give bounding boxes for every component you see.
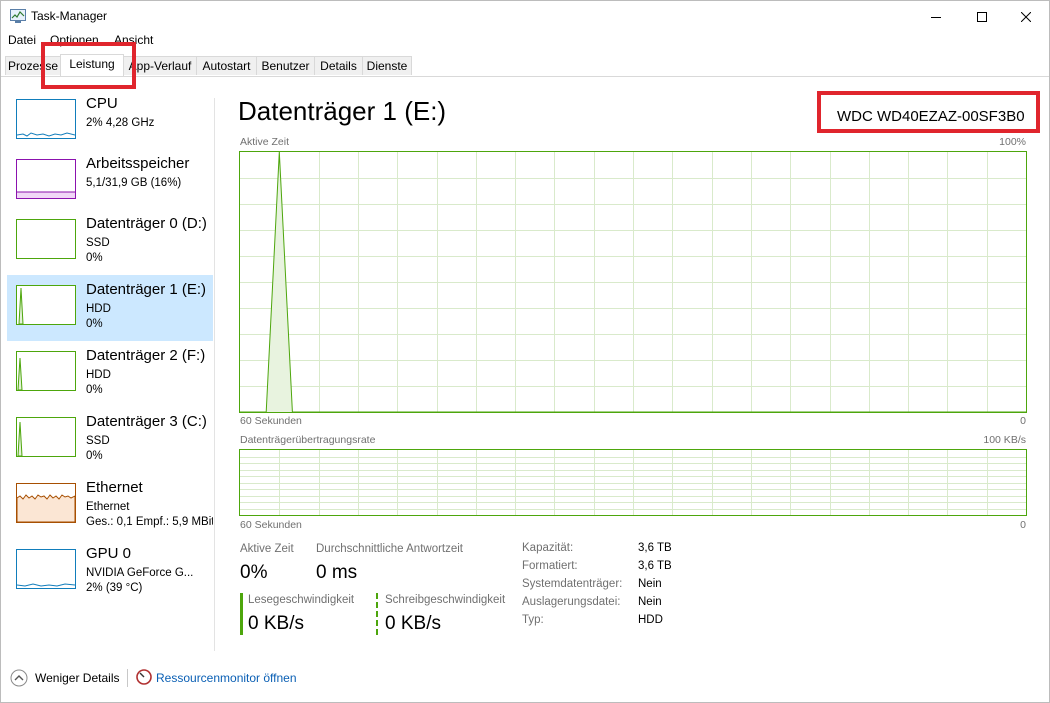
- chart1-max: 100%: [999, 136, 1026, 148]
- minimize-icon: [931, 16, 941, 18]
- transfer-rate-chart-svg: [240, 450, 1026, 515]
- sidebar-item-datentraeger-1[interactable]: Datenträger 1 (E:) HDD 0%: [7, 275, 213, 341]
- sidebar-item-title: GPU 0: [86, 545, 132, 562]
- disk0-thumbnail: [16, 219, 76, 259]
- property-value: HDD: [638, 614, 663, 626]
- transfer-rate-chart: [239, 449, 1027, 516]
- sidebar-item-gpu-0[interactable]: GPU 0 NVIDIA GeForce G... 2% (39 °C): [7, 539, 213, 605]
- sidebar-item-title: Datenträger 0 (D:): [86, 215, 207, 232]
- sidebar-item-datentraeger-3[interactable]: Datenträger 3 (C:) SSD 0%: [7, 407, 213, 473]
- sidebar-item-title: Datenträger 2 (F:): [86, 347, 206, 364]
- memory-thumbnail: [16, 159, 76, 199]
- response-time-value: 0 ms: [316, 562, 358, 583]
- read-speed-label: Lesegeschwindigkeit: [248, 594, 355, 606]
- close-icon: [1021, 11, 1031, 22]
- resource-monitor-icon: [136, 669, 152, 685]
- sidebar-item-datentraeger-2[interactable]: Datenträger 2 (F:) HDD 0%: [7, 341, 213, 407]
- sidebar-item-title: Datenträger 1 (E:): [86, 281, 207, 298]
- sidebar-item-cpu[interactable]: CPU 2% 4,28 GHz: [7, 89, 213, 155]
- write-speed-value: 0 KB/s: [385, 613, 441, 634]
- sidebar-item-usage: 0%: [86, 318, 103, 330]
- close-button[interactable]: [1003, 1, 1049, 32]
- chart1-time-label: 60 Sekunden: [240, 415, 302, 427]
- highlight-leistung-tab: [41, 42, 136, 89]
- tab-autostart[interactable]: Autostart: [196, 56, 257, 75]
- active-time-value: 0%: [240, 562, 268, 583]
- footer: Weniger Details Ressourcenmonitor öffnen: [1, 665, 1049, 695]
- property-key: Formatiert:: [522, 560, 578, 572]
- tab-divider: [1, 76, 1049, 77]
- property-key: Systemdatenträger:: [522, 578, 623, 590]
- page-title: Datenträger 1 (E:): [238, 96, 447, 126]
- property-value: Nein: [638, 578, 662, 590]
- response-time-label: Durchschnittliche Antwortzeit: [316, 543, 464, 555]
- disk-model-name: WDC WD40EZAZ-00SF3B0: [837, 108, 1025, 125]
- chart2-time-label: 60 Sekunden: [240, 519, 302, 531]
- sidebar-item-title: Arbeitsspeicher: [86, 155, 190, 172]
- sidebar-item-usage: 2% (39 °C): [86, 582, 143, 594]
- disk1-thumbnail: [16, 285, 76, 325]
- sidebar-divider: [214, 98, 215, 651]
- fewer-details-link[interactable]: Weniger Details: [35, 671, 119, 685]
- sidebar-item-sub: SSD: [86, 435, 110, 447]
- property-key: Kapazität:: [522, 542, 574, 554]
- sidebar-item-usage: 0%: [86, 384, 103, 396]
- tab-details[interactable]: Details: [314, 56, 363, 75]
- cpu-thumbnail: [16, 99, 76, 139]
- tab-benutzer[interactable]: Benutzer: [256, 56, 315, 75]
- chart2-zero-label: 0: [1020, 519, 1026, 531]
- property-value: Nein: [638, 596, 662, 608]
- minimize-button[interactable]: [913, 1, 959, 32]
- chevron-up-icon[interactable]: [10, 669, 28, 687]
- chart1-zero-label: 0: [1020, 415, 1026, 427]
- sidebar-item-usage: 0%: [86, 252, 103, 264]
- sidebar-item-sub: Ethernet: [86, 501, 130, 513]
- title-bar: Task-Manager: [1, 1, 1049, 32]
- sidebar-item-usage: 0%: [86, 450, 103, 462]
- gpu-thumbnail: [16, 549, 76, 589]
- sidebar-item-title: CPU: [86, 95, 118, 112]
- active-time-chart: [239, 151, 1027, 413]
- window-title: Task-Manager: [31, 9, 108, 23]
- footer-divider: [127, 669, 128, 687]
- maximize-button[interactable]: [959, 1, 1005, 32]
- property-value: 3,6 TB: [638, 542, 672, 554]
- property-key: Typ:: [522, 614, 544, 626]
- sidebar-item-ethernet[interactable]: Ethernet Ethernet Ges.: 0,1 Empf.: 5,9 M…: [7, 473, 213, 539]
- sidebar-item-sub: 2% 4,28 GHz: [86, 117, 155, 129]
- property-value: 3,6 TB: [638, 560, 672, 572]
- chart2-label: Datenträgerübertragungsrate: [240, 434, 376, 446]
- write-speed-marker: [376, 593, 378, 635]
- tab-dienste[interactable]: Dienste: [362, 56, 412, 75]
- sidebar-item-sub: 5,1/31,9 GB (16%): [86, 177, 182, 189]
- sidebar-item-title: Datenträger 3 (C:): [86, 413, 207, 430]
- disk3-thumbnail: [16, 417, 76, 457]
- property-key: Auslagerungsdatei:: [522, 596, 621, 608]
- read-speed-marker: [240, 593, 243, 635]
- sidebar-item-sub: HDD: [86, 369, 111, 381]
- chart2-max: 100 KB/s: [983, 434, 1026, 446]
- chart1-label: Aktive Zeit: [240, 136, 290, 148]
- maximize-icon: [977, 11, 987, 22]
- menu-datei[interactable]: Datei: [8, 33, 36, 47]
- sidebar-item-title: Ethernet: [86, 479, 143, 496]
- sidebar-item-arbeitsspeicher[interactable]: Arbeitsspeicher 5,1/31,9 GB (16%): [7, 149, 213, 215]
- disk2-thumbnail: [16, 351, 76, 391]
- resource-monitor-link[interactable]: Ressourcenmonitor öffnen: [156, 671, 297, 685]
- task-manager-icon: [10, 9, 26, 23]
- sidebar-item-datentraeger-0[interactable]: Datenträger 0 (D:) SSD 0%: [7, 209, 213, 275]
- ethernet-thumbnail: [16, 483, 76, 523]
- sidebar-item-sub: SSD: [86, 237, 110, 249]
- write-speed-label: Schreibgeschwindigkeit: [385, 594, 506, 606]
- performance-sidebar: CPU 2% 4,28 GHz Arbeitsspeicher 5,1/31,9…: [1, 89, 213, 649]
- sidebar-item-throughput: Ges.: 0,1 Empf.: 5,9 MBit: [86, 516, 213, 528]
- active-time-label: Aktive Zeit: [240, 543, 294, 555]
- sidebar-item-sub: HDD: [86, 303, 111, 315]
- task-manager-window: Task-Manager Datei Optionen Ansicht Proz…: [0, 0, 1050, 703]
- sidebar-item-sub: NVIDIA GeForce G...: [86, 567, 194, 579]
- active-time-chart-svg: [240, 151, 1026, 413]
- read-speed-value: 0 KB/s: [248, 613, 304, 634]
